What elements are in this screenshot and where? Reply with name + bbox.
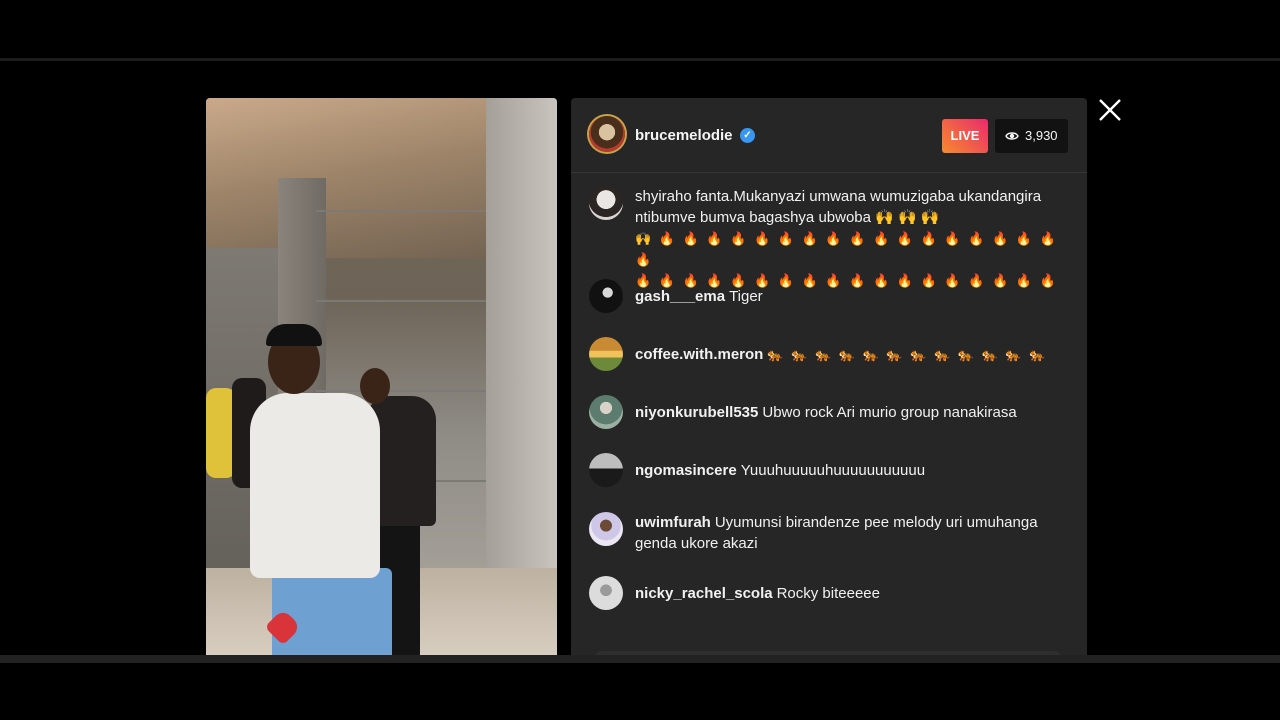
live-header: brucemelodie ✓ LIVE 3,930 <box>571 98 1087 173</box>
comment-username[interactable]: niyonkurubell535 <box>635 404 758 421</box>
comment-username[interactable]: nicky_rachel_scola <box>635 585 773 602</box>
comment-text: gash___ema Tiger <box>635 286 1075 307</box>
comment-message: 🐅 🐅 🐅 🐅 🐅 🐅 🐅 🐅 🐅 🐅 🐅 🐅 <box>767 347 1048 362</box>
video-person-standing-head <box>360 368 390 404</box>
live-badge: LIVE <box>942 119 988 153</box>
top-divider <box>0 58 1280 61</box>
comment-text: uwimfurah Uyumunsi birandenze pee melody … <box>635 512 1075 554</box>
host-avatar[interactable] <box>589 116 625 152</box>
commenter-avatar[interactable] <box>589 279 623 313</box>
comment-text: ngomasincere Yuuuhuuuuuhuuuuuuuuuuu <box>635 460 1075 481</box>
viewer-count: 3,930 <box>1025 128 1058 143</box>
live-video[interactable] <box>206 98 557 660</box>
commenter-avatar[interactable] <box>589 337 623 371</box>
host-username[interactable]: brucemelodie <box>635 127 733 144</box>
video-performer <box>250 393 380 578</box>
video-performer-jeans <box>272 568 392 660</box>
comment-username[interactable]: uwimfurah <box>635 514 711 531</box>
close-icon[interactable] <box>1096 96 1124 124</box>
commenter-avatar[interactable] <box>589 395 623 429</box>
commenter-avatar[interactable] <box>589 576 623 610</box>
comment-message: Ubwo rock Ari murio group nanakirasa <box>762 404 1017 421</box>
comment-message: Rocky biteeeee <box>776 585 880 602</box>
comment-text: nicky_rachel_scola Rocky biteeeee <box>635 583 1075 604</box>
commenter-avatar[interactable] <box>589 512 623 546</box>
comment-text: niyonkurubell535 Ubwo rock Ari murio grou… <box>635 402 1075 423</box>
comment-username[interactable]: gash___ema <box>635 288 725 305</box>
comment-username[interactable]: coffee.with.meron <box>635 346 763 363</box>
live-chat-panel: brucemelodie ✓ LIVE 3,930 shyiraho fanta… <box>571 98 1087 660</box>
viewer-count-badge: 3,930 <box>995 119 1068 153</box>
comment-message: shyiraho fanta.Mukanyazi umwana wumuziga… <box>635 188 1042 226</box>
comment-text: shyiraho fanta.Mukanyazi umwana wumuziga… <box>635 186 1075 291</box>
comment-text: coffee.with.meron 🐅 🐅 🐅 🐅 🐅 🐅 🐅 🐅 🐅 🐅 🐅 🐅 <box>635 344 1075 365</box>
commenter-avatar[interactable] <box>589 186 623 220</box>
eye-icon <box>1005 132 1019 140</box>
verified-badge-icon: ✓ <box>740 128 755 143</box>
commenter-avatar[interactable] <box>589 453 623 487</box>
comment-emojis: 🙌 🔥 🔥 🔥 🔥 🔥 🔥 🔥 🔥 🔥 🔥 🔥 🔥 🔥 🔥 🔥 🔥 🔥 🔥 🔥 … <box>635 231 1058 288</box>
comment-message: Tiger <box>729 288 763 305</box>
comment-username[interactable]: ngomasincere <box>635 462 737 479</box>
video-performer-cap <box>266 324 322 346</box>
bottom-bar <box>0 655 1280 663</box>
comment-message: Yuuuhuuuuuhuuuuuuuuuuu <box>740 462 926 479</box>
